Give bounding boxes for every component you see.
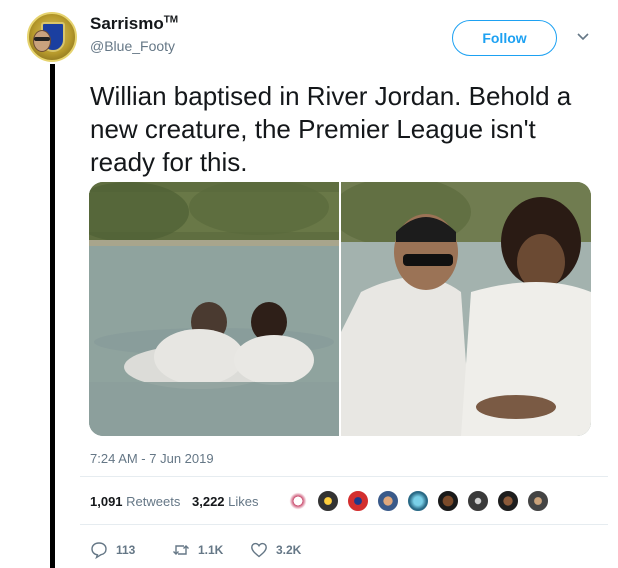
- liker-avatar[interactable]: [376, 489, 400, 513]
- likes-count: 3,222: [192, 494, 225, 509]
- baptism-photo-closeup[interactable]: [341, 182, 591, 436]
- reply-icon: [91, 542, 107, 559]
- avatar-glasses: [34, 37, 50, 41]
- liker-avatar[interactable]: [496, 489, 520, 513]
- retweets-label: Retweets: [126, 494, 181, 509]
- avatar-face: [33, 30, 51, 52]
- trademark-symbol: TM: [163, 14, 179, 26]
- heart-icon: [251, 542, 267, 558]
- reply-count: 113: [116, 543, 136, 557]
- liker-avatar[interactable]: [526, 489, 550, 513]
- retweet-icon: [173, 545, 189, 555]
- likes-label: Likes: [228, 494, 259, 509]
- liker-avatar[interactable]: [346, 489, 370, 513]
- retweet-action-count: 1.1K: [198, 543, 224, 557]
- avatar[interactable]: [27, 12, 77, 62]
- photo-illustration: [89, 182, 339, 436]
- liker-avatar[interactable]: [466, 489, 490, 513]
- photo-illustration: [341, 182, 591, 436]
- baptism-photo-wide[interactable]: [89, 182, 339, 436]
- liker-avatar[interactable]: [436, 489, 460, 513]
- likes-stat[interactable]: 3,222 Likes: [192, 494, 259, 509]
- chevron-down-icon[interactable]: [576, 30, 590, 44]
- like-button[interactable]: 3.2K: [250, 539, 301, 561]
- liker-avatar[interactable]: [286, 489, 310, 513]
- user-handle[interactable]: @Blue_Footy: [90, 38, 175, 54]
- like-action-count: 3.2K: [276, 543, 302, 557]
- follow-button[interactable]: Follow: [452, 20, 557, 56]
- liker-avatar[interactable]: [406, 489, 430, 513]
- display-name[interactable]: SarrismoTM: [90, 14, 178, 34]
- divider: [80, 476, 608, 477]
- retweet-button[interactable]: 1.1K: [172, 539, 223, 561]
- thread-line: [50, 64, 55, 568]
- engagement-stats: 1,091 Retweets 3,222 Likes: [90, 494, 259, 509]
- tweet-timestamp[interactable]: 7:24 AM - 7 Jun 2019: [90, 451, 214, 466]
- divider: [80, 524, 608, 525]
- retweets-stat[interactable]: 1,091 Retweets: [90, 494, 180, 509]
- reply-button[interactable]: 113: [90, 539, 135, 561]
- media-grid[interactable]: [89, 182, 591, 436]
- liker-avatar[interactable]: [316, 489, 340, 513]
- tweet-text: Willian baptised in River Jordan. Behold…: [90, 81, 572, 177]
- retweets-count: 1,091: [90, 494, 123, 509]
